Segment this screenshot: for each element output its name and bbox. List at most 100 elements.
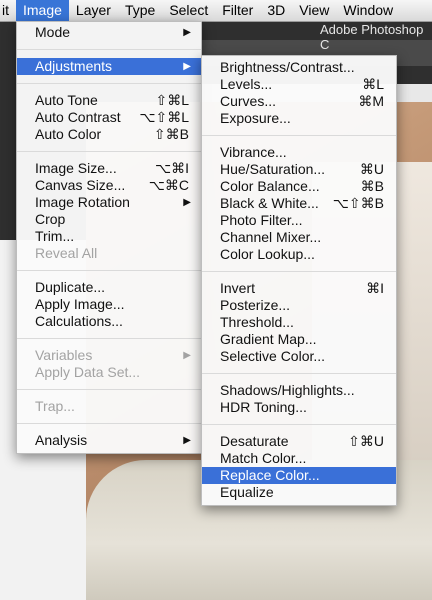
menu-separator <box>17 270 201 271</box>
menu-filter[interactable]: Filter <box>215 0 260 21</box>
menu-item-label: Gradient Map... <box>220 331 317 347</box>
menu-item-label: Photo Filter... <box>220 212 303 228</box>
menu-item-trim[interactable]: Trim... <box>17 228 201 245</box>
shortcut: ⌥⇧⌘B <box>332 195 384 211</box>
menu-item-auto-tone[interactable]: Auto Tone ⇧⌘L <box>17 92 201 109</box>
menu-select[interactable]: Select <box>162 0 215 21</box>
menu-item-equalize[interactable]: Equalize <box>202 484 396 501</box>
submenu-arrow-icon: ▶ <box>183 61 191 72</box>
menu-item-gradient-map[interactable]: Gradient Map... <box>202 331 396 348</box>
menu-item-posterize[interactable]: Posterize... <box>202 297 396 314</box>
menu-item-crop[interactable]: Crop <box>17 211 201 228</box>
shortcut: ⌥⇧⌘L <box>139 109 189 125</box>
menu-item-label: Image Rotation <box>35 194 130 210</box>
menu-item-label: Threshold... <box>220 314 294 330</box>
submenu-arrow-icon: ▶ <box>183 197 191 208</box>
menu-item-label: HDR Toning... <box>220 399 307 415</box>
shortcut: ⌘M <box>358 93 384 109</box>
menu-separator <box>17 49 201 50</box>
shortcut: ⌥⌘C <box>148 177 189 193</box>
menu-separator <box>17 338 201 339</box>
menu-item-desaturate[interactable]: Desaturate ⇧⌘U <box>202 433 396 450</box>
menu-item-hdr-toning[interactable]: HDR Toning... <box>202 399 396 416</box>
menu-item-hue-saturation[interactable]: Hue/Saturation... ⌘U <box>202 161 396 178</box>
menu-item-invert[interactable]: Invert ⌘I <box>202 280 396 297</box>
menu-item-label: Vibrance... <box>220 144 287 160</box>
menu-separator <box>17 151 201 152</box>
menu-item-label: Equalize <box>220 484 274 500</box>
menu-item-label: Crop <box>35 211 66 227</box>
menu-edit-partial[interactable]: it <box>0 0 16 21</box>
menu-item-label: Mode <box>35 24 71 40</box>
menu-separator <box>202 135 396 136</box>
menu-item-label: Apply Data Set... <box>35 364 141 380</box>
menu-item-mode[interactable]: Mode ▶ <box>17 24 201 41</box>
menu-view[interactable]: View <box>292 0 336 21</box>
menu-item-label: Match Color... <box>220 450 307 466</box>
menu-window[interactable]: Window <box>336 0 400 21</box>
menu-item-label: Duplicate... <box>35 279 106 295</box>
menu-item-label: Auto Tone <box>35 92 98 108</box>
menu-item-levels[interactable]: Levels... ⌘L <box>202 76 396 93</box>
menu-item-auto-contrast[interactable]: Auto Contrast ⌥⇧⌘L <box>17 109 201 126</box>
menu-item-label: Levels... <box>220 76 273 92</box>
shortcut: ⌘L <box>362 76 384 92</box>
menu-item-analysis[interactable]: Analysis ▶ <box>17 432 201 449</box>
menu-item-brightness-contrast[interactable]: Brightness/Contrast... <box>202 59 396 76</box>
menu-item-photo-filter[interactable]: Photo Filter... <box>202 212 396 229</box>
menu-item-calculations[interactable]: Calculations... <box>17 313 201 330</box>
shortcut: ⌘I <box>366 280 384 296</box>
menu-item-label: Channel Mixer... <box>220 229 322 245</box>
menu-type[interactable]: Type <box>118 0 162 21</box>
menu-item-exposure[interactable]: Exposure... <box>202 110 396 127</box>
shortcut: ⌥⌘I <box>154 160 189 176</box>
menu-item-match-color[interactable]: Match Color... <box>202 450 396 467</box>
menu-item-reveal-all: Reveal All <box>17 245 201 262</box>
menu-item-apply-image[interactable]: Apply Image... <box>17 296 201 313</box>
menu-item-selective-color[interactable]: Selective Color... <box>202 348 396 365</box>
menu-item-shadows-highlights[interactable]: Shadows/Highlights... <box>202 382 396 399</box>
menu-item-label: Apply Image... <box>35 296 125 312</box>
menu-separator <box>17 423 201 424</box>
image-menu: Mode ▶ Adjustments ▶ Auto Tone ⇧⌘L Auto … <box>16 21 202 454</box>
menu-item-curves[interactable]: Curves... ⌘M <box>202 93 396 110</box>
menu-separator <box>202 271 396 272</box>
menu-item-label: Exposure... <box>220 110 291 126</box>
menu-item-canvas-size[interactable]: Canvas Size... ⌥⌘C <box>17 177 201 194</box>
menu-item-adjustments[interactable]: Adjustments ▶ <box>17 58 201 75</box>
menu-item-label: Brightness/Contrast... <box>220 59 355 75</box>
shortcut: ⇧⌘L <box>155 92 189 108</box>
menu-item-label: Color Balance... <box>220 178 320 194</box>
menu-item-image-size[interactable]: Image Size... ⌥⌘I <box>17 160 201 177</box>
menu-item-color-lookup[interactable]: Color Lookup... <box>202 246 396 263</box>
menu-item-duplicate[interactable]: Duplicate... <box>17 279 201 296</box>
menu-item-label: Black & White... <box>220 195 319 211</box>
menu-item-label: Adjustments <box>35 58 113 74</box>
window-title: Adobe Photoshop C <box>320 22 424 52</box>
menu-item-channel-mixer[interactable]: Channel Mixer... <box>202 229 396 246</box>
menu-item-variables: Variables ▶ <box>17 347 201 364</box>
menu-item-auto-color[interactable]: Auto Color ⇧⌘B <box>17 126 201 143</box>
menu-item-label: Canvas Size... <box>35 177 126 193</box>
menu-item-label: Replace Color... <box>220 467 320 483</box>
menu-item-vibrance[interactable]: Vibrance... <box>202 144 396 161</box>
menu-image[interactable]: Image <box>16 0 69 21</box>
menu-3d[interactable]: 3D <box>260 0 292 21</box>
menu-layer[interactable]: Layer <box>69 0 118 21</box>
menu-item-black-white[interactable]: Black & White... ⌥⇧⌘B <box>202 195 396 212</box>
menu-item-threshold[interactable]: Threshold... <box>202 314 396 331</box>
menu-separator <box>17 83 201 84</box>
menu-item-label: Desaturate <box>220 433 289 449</box>
menu-item-color-balance[interactable]: Color Balance... ⌘B <box>202 178 396 195</box>
shortcut: ⌘U <box>359 161 384 177</box>
menu-item-replace-color[interactable]: Replace Color... <box>202 467 396 484</box>
menu-item-image-rotation[interactable]: Image Rotation ▶ <box>17 194 201 211</box>
menu-item-trap: Trap... <box>17 398 201 415</box>
menu-item-label: Auto Color <box>35 126 102 142</box>
menu-item-label: Variables <box>35 347 93 363</box>
menu-item-label: Curves... <box>220 93 277 109</box>
shortcut: ⇧⌘B <box>153 126 189 142</box>
shortcut: ⇧⌘U <box>348 433 384 449</box>
shortcut: ⌘B <box>360 178 384 194</box>
menu-item-label: Analysis <box>35 432 88 448</box>
